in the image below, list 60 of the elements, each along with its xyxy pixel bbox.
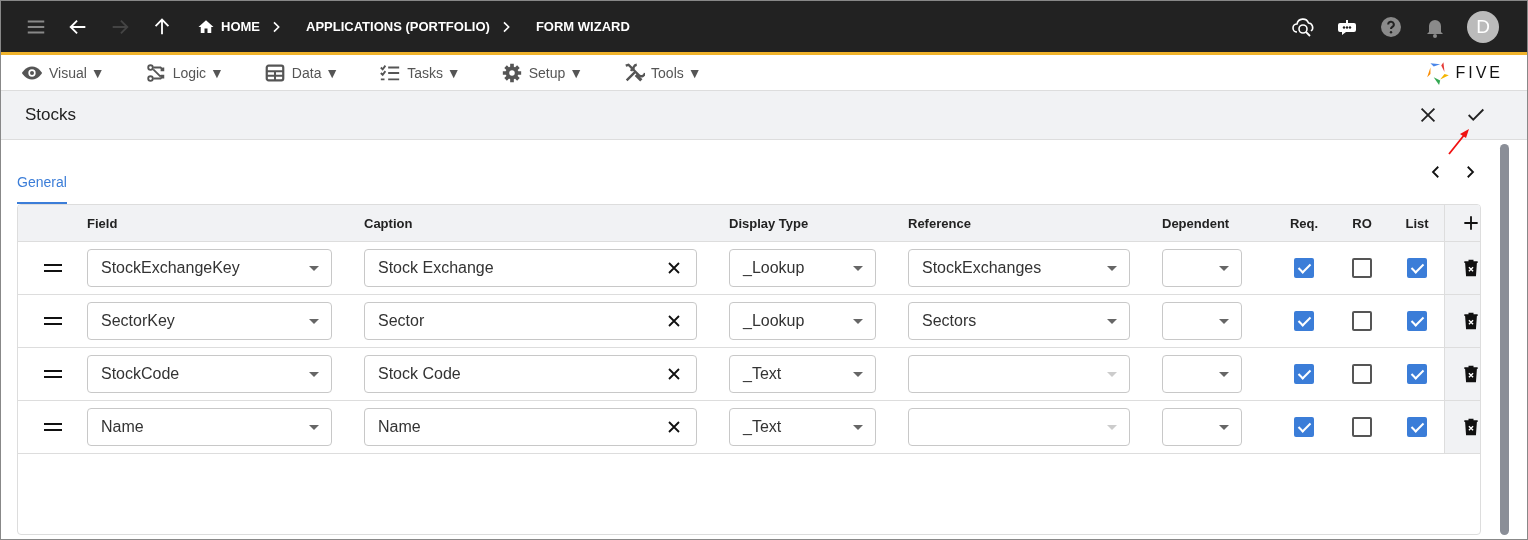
scrollbar-thumb[interactable]: [1500, 144, 1509, 535]
menu-button[interactable]: Visual ▼: [21, 61, 105, 84]
field-select[interactable]: StockCode: [87, 355, 332, 393]
column-header: Caption: [364, 215, 414, 231]
checkbox[interactable]: [1407, 417, 1427, 437]
column-header: List: [1404, 215, 1430, 231]
delete-icon[interactable]: [1461, 311, 1480, 331]
checkbox[interactable]: [1407, 258, 1427, 278]
column-header: Field: [87, 215, 119, 231]
checkbox[interactable]: [1294, 311, 1314, 331]
checkbox[interactable]: [1294, 364, 1314, 384]
checkbox[interactable]: [1352, 364, 1372, 384]
checkbox[interactable]: [1352, 258, 1372, 278]
form-title: Stocks: [25, 105, 77, 125]
reference-select[interactable]: StockExchanges: [908, 249, 1130, 287]
checkbox[interactable]: [1407, 364, 1427, 384]
display-type-select[interactable]: _Text: [729, 355, 876, 393]
column-header: Dependent: [1162, 215, 1231, 231]
column-header: RO: [1351, 215, 1373, 231]
tools-icon: [623, 61, 646, 84]
breadcrumb-link[interactable]: FORM WIZARD: [535, 19, 630, 34]
field-select[interactable]: Name: [87, 408, 332, 446]
drag-handle-icon[interactable]: [43, 317, 62, 325]
field-select[interactable]: StockExchangeKey: [87, 249, 332, 287]
menu-button[interactable]: Tools ▼: [623, 61, 702, 84]
five-logo: FIVE: [1425, 59, 1503, 86]
breadcrumb-link[interactable]: HOME: [197, 17, 260, 36]
checkbox[interactable]: [1352, 311, 1372, 331]
menu-button[interactable]: Tasks ▼: [379, 61, 461, 84]
column-header: Req.: [1288, 215, 1320, 231]
drag-handle-icon[interactable]: [43, 423, 62, 431]
menu-button[interactable]: Logic ▼: [144, 61, 224, 84]
caption-field[interactable]: Stock Code: [364, 355, 697, 393]
checkbox[interactable]: [1352, 417, 1372, 437]
logic-icon: [144, 61, 167, 84]
checkbox[interactable]: [1407, 311, 1427, 331]
column-header: Display Type: [729, 215, 810, 231]
breadcrumb-link[interactable]: APPLICATIONS (PORTFOLIO): [306, 19, 490, 34]
column-header: Reference: [908, 215, 972, 231]
caption-field[interactable]: Name: [364, 408, 697, 446]
menu-button[interactable]: Setup ▼: [500, 61, 584, 84]
reference-select[interactable]: Sectors: [908, 302, 1130, 340]
delete-icon[interactable]: [1461, 364, 1480, 384]
drag-handle-icon[interactable]: [43, 370, 62, 378]
drag-handle-icon[interactable]: [43, 264, 62, 272]
caption-field[interactable]: Stock Exchange: [364, 249, 697, 287]
display-type-select[interactable]: _Text: [729, 408, 876, 446]
delete-icon[interactable]: [1461, 258, 1480, 278]
caption-field[interactable]: Sector: [364, 302, 697, 340]
menu-button[interactable]: Data ▼: [263, 61, 340, 84]
field-select[interactable]: SectorKey: [87, 302, 332, 340]
delete-icon[interactable]: [1461, 417, 1480, 437]
display-type-select[interactable]: _Lookup: [729, 302, 876, 340]
help-icon[interactable]: [1379, 14, 1403, 39]
checkbox[interactable]: [1294, 417, 1314, 437]
display-type-select[interactable]: _Lookup: [729, 249, 876, 287]
gear-icon: [500, 61, 523, 84]
plus-icon[interactable]: [1461, 213, 1480, 233]
pointer-arrow: [1447, 126, 1471, 156]
checkbox[interactable]: [1294, 258, 1314, 278]
